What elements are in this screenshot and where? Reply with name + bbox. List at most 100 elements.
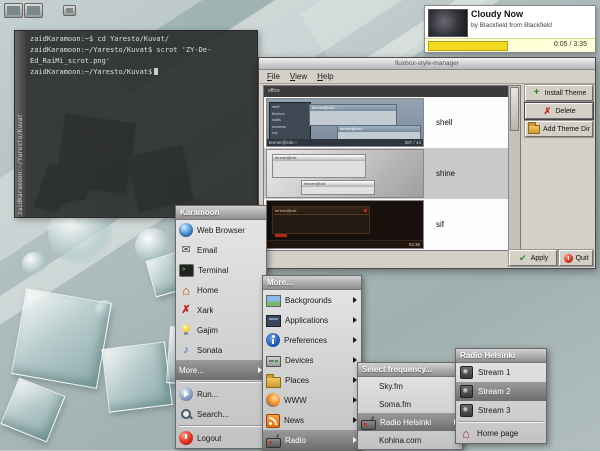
menu-item-label: News: [284, 416, 304, 425]
preview-window: tenner@loki:~: [309, 104, 397, 126]
menu-item-gajim[interactable]: Gajim: [176, 320, 266, 340]
theme-name: shine: [436, 169, 455, 178]
button-label: Quit: [576, 255, 589, 262]
preview-taskbar: tenner@loki:~ 387 / 44: [267, 139, 423, 146]
menubar: File View Help: [259, 70, 595, 84]
preview-clock: 03:36: [409, 242, 420, 247]
menu-item-places[interactable]: Places: [263, 370, 361, 390]
menu-item-run[interactable]: Run...: [176, 384, 266, 404]
delete-icon: [542, 106, 552, 116]
menu-item-skyfm[interactable]: Sky.fm: [358, 377, 462, 395]
menu-separator: [459, 421, 543, 423]
theme-row[interactable]: stuff fluxbox walls screens rox tenner@l…: [264, 97, 509, 148]
preview-task-label: tenner@loki:~: [269, 140, 297, 145]
web-browser-icon: [179, 223, 193, 237]
menu-item-xark[interactable]: Xark: [176, 300, 266, 320]
image-icon: [266, 295, 281, 307]
track-artist-album: by Blackfield from Blackfield: [471, 22, 552, 29]
menu-item-logout[interactable]: Logout: [176, 428, 266, 448]
speaker-icon: [460, 366, 473, 379]
progress-bar[interactable]: [428, 41, 508, 51]
menu-item-applications[interactable]: Applications: [263, 310, 361, 330]
menu-item-radio[interactable]: Radio: [263, 430, 361, 450]
preview-window: tenner@loki: [272, 206, 370, 234]
menu-item-stream-3[interactable]: Stream 3: [456, 401, 546, 420]
button-label: Delete: [555, 108, 575, 115]
terminal-title: zaidKaramoon:~/Yaresto/Kuvat: [17, 112, 24, 217]
menu-help[interactable]: Help: [312, 72, 338, 81]
menu-item-label: Preferences: [284, 336, 327, 345]
menu-item-terminal[interactable]: Terminal: [176, 260, 266, 280]
menu-file[interactable]: File: [262, 72, 285, 81]
menu-item-www[interactable]: WWW: [263, 390, 361, 410]
theme-row[interactable]: tenner@loki 03:36 sif: [264, 199, 509, 250]
menu-item-home[interactable]: Home: [176, 280, 266, 300]
terminal-titlebar[interactable]: zaidKaramoon:~/Yaresto/Kuvat: [15, 31, 26, 217]
menu-item-preferences[interactable]: Preferences: [263, 330, 361, 350]
menu-item-label: Stream 3: [478, 406, 510, 415]
menu-item-backgrounds[interactable]: Backgrounds: [263, 290, 361, 310]
terminal-content[interactable]: zaidKaramoon:~$ cd Yaresto/Kuvat/ zaidKa…: [26, 31, 257, 217]
scrollbar[interactable]: [508, 86, 520, 250]
menu-item-label: Applications: [285, 316, 328, 325]
menu-item-email[interactable]: Email: [176, 240, 266, 260]
menu-item-label: Kohina.com: [379, 436, 421, 445]
lightbulb-icon: [179, 323, 193, 337]
menu-item-home-page[interactable]: Home page: [456, 424, 546, 443]
menu-item-web-browser[interactable]: Web Browser: [176, 220, 266, 240]
preview-accent: [275, 234, 287, 237]
apply-button[interactable]: Apply: [509, 250, 557, 266]
menu-item-label: Home: [197, 286, 218, 295]
menu-item-label: Soma.fm: [379, 400, 411, 409]
button-label: Add Theme Dir: [543, 126, 590, 133]
dock-icon[interactable]: [4, 3, 23, 18]
radio-icon: [266, 438, 281, 448]
menu-item-more[interactable]: More...: [176, 360, 266, 380]
window-titlebar[interactable]: fluxbox-style-manager: [259, 58, 595, 70]
menu-item-label: Xark: [197, 306, 213, 315]
red-x-icon: [179, 303, 193, 317]
menu-title: Karamoon: [176, 206, 266, 220]
menu-item-somafm[interactable]: Soma.fm: [358, 395, 462, 413]
menu-item-stream-1[interactable]: Stream 1: [456, 363, 546, 382]
menu-item-radio-helsinki[interactable]: Radio Helsinki: [358, 413, 462, 431]
preview-titlebar: tenner@loki:~: [338, 126, 420, 132]
menu-item-news[interactable]: News: [263, 410, 361, 430]
applications-icon: [266, 315, 281, 327]
mini-menu-item: fluxbox: [272, 111, 308, 118]
menu-item-sonata[interactable]: Sonata: [176, 340, 266, 360]
menu-item-label: Stream 1: [478, 368, 510, 377]
scrollbar-thumb[interactable]: [510, 87, 519, 131]
desktop-orb: [22, 252, 46, 276]
theme-preview-sif: tenner@loki 03:36: [266, 200, 424, 249]
mini-menu-item: screens: [272, 124, 308, 131]
preview-mini-menu: stuff fluxbox walls screens rox: [269, 102, 311, 144]
desktop[interactable]: { "terminal": { "title_vertical": "zaidK…: [0, 0, 600, 450]
now-playing-popup: Cloudy Now by Blackfield from Blackfield…: [424, 5, 596, 53]
track-title: Cloudy Now: [471, 9, 523, 19]
terminal-cursor: [154, 68, 158, 75]
menu-item-kohina[interactable]: Kohina.com: [358, 431, 462, 449]
terminal-window: zaidKaramoon:~/Yaresto/Kuvat zaidKaramoo…: [14, 30, 258, 218]
theme-preview-shell: stuff fluxbox walls screens rox tenner@l…: [266, 98, 424, 147]
menu-title: Select frequency...: [358, 363, 462, 377]
menu-item-search[interactable]: Search...: [176, 404, 266, 424]
theme-row-partial[interactable]: office: [264, 86, 509, 97]
menu-separator: [179, 381, 263, 383]
install-theme-button[interactable]: Install Theme: [525, 85, 593, 101]
delete-button[interactable]: Delete: [525, 103, 593, 119]
theme-list: office stuff fluxbox walls screens rox t…: [263, 85, 521, 251]
menu-item-devices[interactable]: Devices: [263, 350, 361, 370]
theme-row[interactable]: tenner@loki tenner@loki shine: [264, 148, 509, 199]
add-theme-dir-button[interactable]: Add Theme Dir: [525, 121, 593, 137]
menu-view[interactable]: View: [285, 72, 312, 81]
dock-icon[interactable]: [63, 5, 76, 16]
www-globe-icon: [266, 393, 280, 407]
quit-button[interactable]: Quit: [559, 250, 593, 266]
radio-icon: [361, 420, 376, 430]
submenu-arrow-icon: [353, 337, 357, 343]
menu-item-label: Email: [197, 246, 217, 255]
dock-icon[interactable]: [24, 3, 43, 18]
karamoon-menu: Karamoon Web Browser Email Terminal Home…: [175, 205, 267, 449]
menu-item-stream-2[interactable]: Stream 2: [456, 382, 546, 401]
